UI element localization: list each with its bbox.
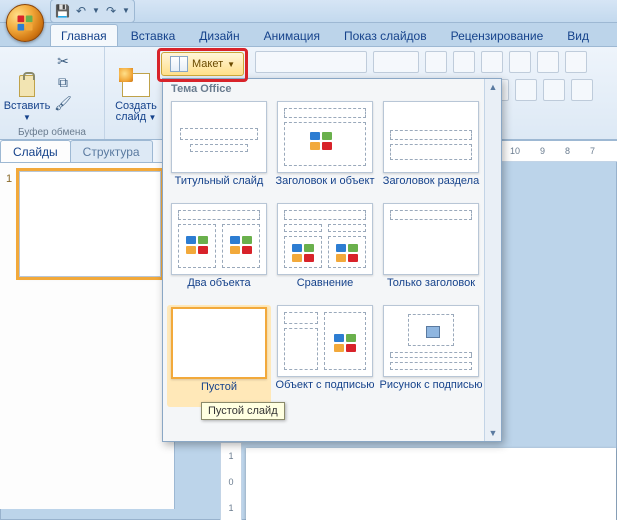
layout-blank[interactable]: Пустой bbox=[167, 305, 271, 407]
layout-title-slide[interactable]: Титульный слайд bbox=[167, 101, 271, 199]
vruler-tick: 0 bbox=[228, 477, 233, 487]
tab-view[interactable]: Вид bbox=[556, 24, 600, 46]
redo-icon[interactable]: ↷ bbox=[106, 5, 116, 17]
ruler-tick: 9 bbox=[530, 146, 555, 156]
indent-dec-button[interactable] bbox=[537, 51, 559, 73]
slide-panel: Слайды Структура 1 bbox=[0, 140, 175, 509]
current-slide-canvas[interactable] bbox=[246, 448, 616, 520]
ruler-tick: 10 bbox=[500, 146, 530, 156]
slide-thumbnail-1[interactable] bbox=[19, 171, 161, 277]
format-painter-icon[interactable]: 🖌 bbox=[54, 95, 72, 112]
layout-icon bbox=[170, 56, 188, 72]
shrink-font-button[interactable] bbox=[453, 51, 475, 73]
scroll-up-icon[interactable]: ▲ bbox=[485, 79, 501, 95]
slide-thumbnails-pane: 1 bbox=[0, 163, 175, 509]
paste-label: Вставить bbox=[4, 100, 51, 112]
layout-content-caption[interactable]: Объект с подписью bbox=[273, 305, 377, 407]
gallery-scrollbar[interactable]: ▲ ▼ bbox=[484, 79, 501, 441]
tab-home[interactable]: Главная bbox=[50, 24, 118, 46]
group-slides: Создать слайд ▼ bbox=[105, 47, 169, 139]
align-right-button[interactable] bbox=[515, 79, 537, 101]
tab-design[interactable]: Дизайн bbox=[188, 24, 250, 46]
picture-icon bbox=[426, 326, 440, 338]
bullets-button[interactable] bbox=[481, 51, 503, 73]
gallery-section-title: Тема Office bbox=[163, 79, 501, 99]
tab-slides[interactable]: Слайды bbox=[0, 140, 71, 162]
office-button[interactable] bbox=[6, 4, 44, 42]
group-clipboard: Вставить▼ ✂ ⧉ 🖌 Буфер обмена bbox=[0, 47, 105, 139]
vruler-tick: 1 bbox=[228, 451, 233, 461]
layout-title-content[interactable]: Заголовок и объект bbox=[273, 101, 377, 199]
font-family-combo[interactable] bbox=[255, 51, 367, 73]
clipboard-icon bbox=[13, 71, 41, 99]
ruler-tick: 7 bbox=[580, 146, 605, 156]
quick-access-toolbar: 💾 ↶ ▼ ↷ ▼ bbox=[50, 0, 135, 23]
left-panel-tabs: Слайды Структура bbox=[0, 140, 175, 163]
new-slide-button[interactable]: Создать слайд ▼ bbox=[109, 49, 163, 125]
font-size-combo[interactable] bbox=[373, 51, 419, 73]
layout-button-highlight: Макет ▼ bbox=[161, 52, 244, 76]
copy-icon[interactable]: ⧉ bbox=[58, 74, 68, 91]
chevron-down-icon: ▼ bbox=[227, 60, 235, 69]
layout-label: Заголовок раздела bbox=[383, 175, 479, 199]
grow-font-button[interactable] bbox=[425, 51, 447, 73]
tab-outline[interactable]: Структура bbox=[70, 140, 153, 162]
office-logo-icon bbox=[15, 13, 35, 33]
layout-picture-caption[interactable]: Рисунок с подписью bbox=[379, 305, 483, 407]
layout-title-only[interactable]: Только заголовок bbox=[379, 203, 483, 301]
layout-section-header[interactable]: Заголовок раздела bbox=[379, 101, 483, 199]
layout-label: Два объекта bbox=[187, 277, 250, 301]
vruler-tick: 1 bbox=[228, 503, 233, 513]
undo-dropdown-icon[interactable]: ▼ bbox=[92, 7, 100, 15]
justify-button[interactable] bbox=[543, 79, 565, 101]
title-bar: 💾 ↶ ▼ ↷ ▼ bbox=[0, 0, 617, 23]
layout-two-content[interactable]: Два объекта bbox=[167, 203, 271, 301]
paste-button[interactable]: Вставить▼ bbox=[4, 49, 50, 125]
undo-icon[interactable]: ↶ bbox=[76, 5, 86, 17]
layout-button-label: Макет bbox=[192, 58, 223, 70]
cut-icon[interactable]: ✂ bbox=[57, 53, 69, 70]
layout-label: Заголовок и объект bbox=[276, 175, 375, 199]
save-icon[interactable]: 💾 bbox=[55, 5, 70, 17]
layout-button[interactable]: Макет ▼ bbox=[161, 52, 244, 76]
slides-group-spacer bbox=[109, 125, 165, 140]
qat-customize-icon[interactable]: ▼ bbox=[122, 7, 130, 15]
indent-inc-button[interactable] bbox=[565, 51, 587, 73]
layout-comparison[interactable]: Сравнение bbox=[273, 203, 377, 301]
layout-label: Только заголовок bbox=[387, 277, 475, 301]
new-slide-icon bbox=[122, 73, 150, 97]
vertical-ruler: 1 0 1 bbox=[220, 442, 242, 520]
numbering-button[interactable] bbox=[509, 51, 531, 73]
scroll-down-icon[interactable]: ▼ bbox=[485, 425, 501, 441]
tooltip-blank-slide: Пустой слайд bbox=[201, 402, 285, 420]
horizontal-ruler: 10 9 8 7 bbox=[500, 140, 617, 162]
layout-label: Сравнение bbox=[297, 277, 354, 301]
ruler-tick: 8 bbox=[555, 146, 580, 156]
slide-number: 1 bbox=[6, 173, 12, 185]
clipboard-group-label: Буфер обмена bbox=[4, 125, 100, 140]
tab-slideshow[interactable]: Показ слайдов bbox=[333, 24, 438, 46]
tab-insert[interactable]: Вставка bbox=[120, 24, 187, 46]
layout-label: Объект с подписью bbox=[276, 379, 375, 403]
clipboard-small-buttons: ✂ ⧉ 🖌 bbox=[52, 49, 74, 125]
tab-animation[interactable]: Анимация bbox=[253, 24, 331, 46]
layout-label: Титульный слайд bbox=[175, 175, 264, 199]
tab-review[interactable]: Рецензирование bbox=[440, 24, 555, 46]
layout-gallery: ▲ ▼ Тема Office Титульный слайд bbox=[162, 78, 502, 442]
columns-button[interactable] bbox=[571, 79, 593, 101]
ribbon-tabs: Главная Вставка Дизайн Анимация Показ сл… bbox=[0, 23, 617, 47]
layout-label: Рисунок с подписью bbox=[380, 379, 483, 403]
